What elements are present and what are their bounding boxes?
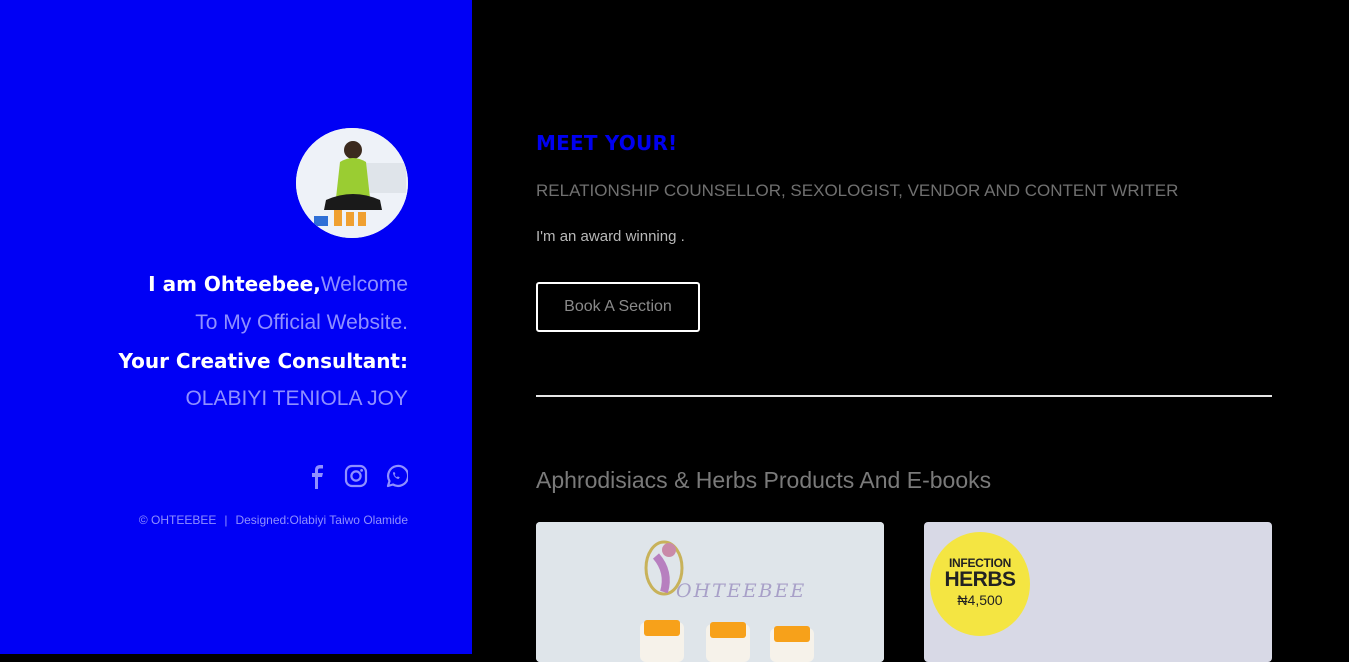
price-badge: INFECTION HERBS ₦4,500 [930,532,1030,636]
roles-subtitle: RELATIONSHIP COUNSELLOR, SEXOLOGIST, VEN… [536,181,1179,200]
instagram-icon[interactable] [344,463,368,489]
whatsapp-icon[interactable] [384,463,410,489]
consultant-heading: Your Creative Consultant: [118,349,408,373]
consultant-name: OLABIYI TENIOLA JOY [185,387,408,410]
name-greeting: I am Ohteebee, [148,272,321,296]
product-image: OHTEEBEE [536,522,884,662]
facebook-icon[interactable] [304,463,328,489]
section-divider [536,395,1272,397]
welcome-text: Welcome [320,273,408,296]
sidebar: I am Ohteebee,Welcome To My Official Web… [0,0,472,654]
intro-text: I am Ohteebee,Welcome To My Official Web… [48,265,408,418]
product-card[interactable]: INFECTION HERBS ₦4,500 [924,522,1272,662]
copyright-text: © OHTEEBEE [138,513,217,527]
badge-price: ₦4,500 [957,592,1003,608]
avatar [296,128,408,238]
badge-line-2: HERBS [944,568,1016,591]
footer-separator: | [224,513,228,527]
social-links [304,463,410,489]
product-logo-text: OHTEEBEE [676,580,806,602]
sidebar-footer: © OHTEEBEE | Designed:Olabiyi Taiwo Olamid… [139,513,408,527]
designer-credit: Designed:Olabiyi Taiwo Olamide [235,513,408,527]
meet-heading: MEET YOUR! [536,131,678,155]
intro-line-1: I am Ohteebee,Welcome [48,265,408,304]
website-line: To My Official Website. [195,311,408,334]
products-heading: Aphrodisiacs & Herbs Products And E-book… [536,467,992,493]
tagline: I'm an award winning . [536,228,685,245]
product-card[interactable]: OHTEEBEE [536,522,884,662]
book-a-section-button[interactable]: Book A Section [536,282,700,332]
